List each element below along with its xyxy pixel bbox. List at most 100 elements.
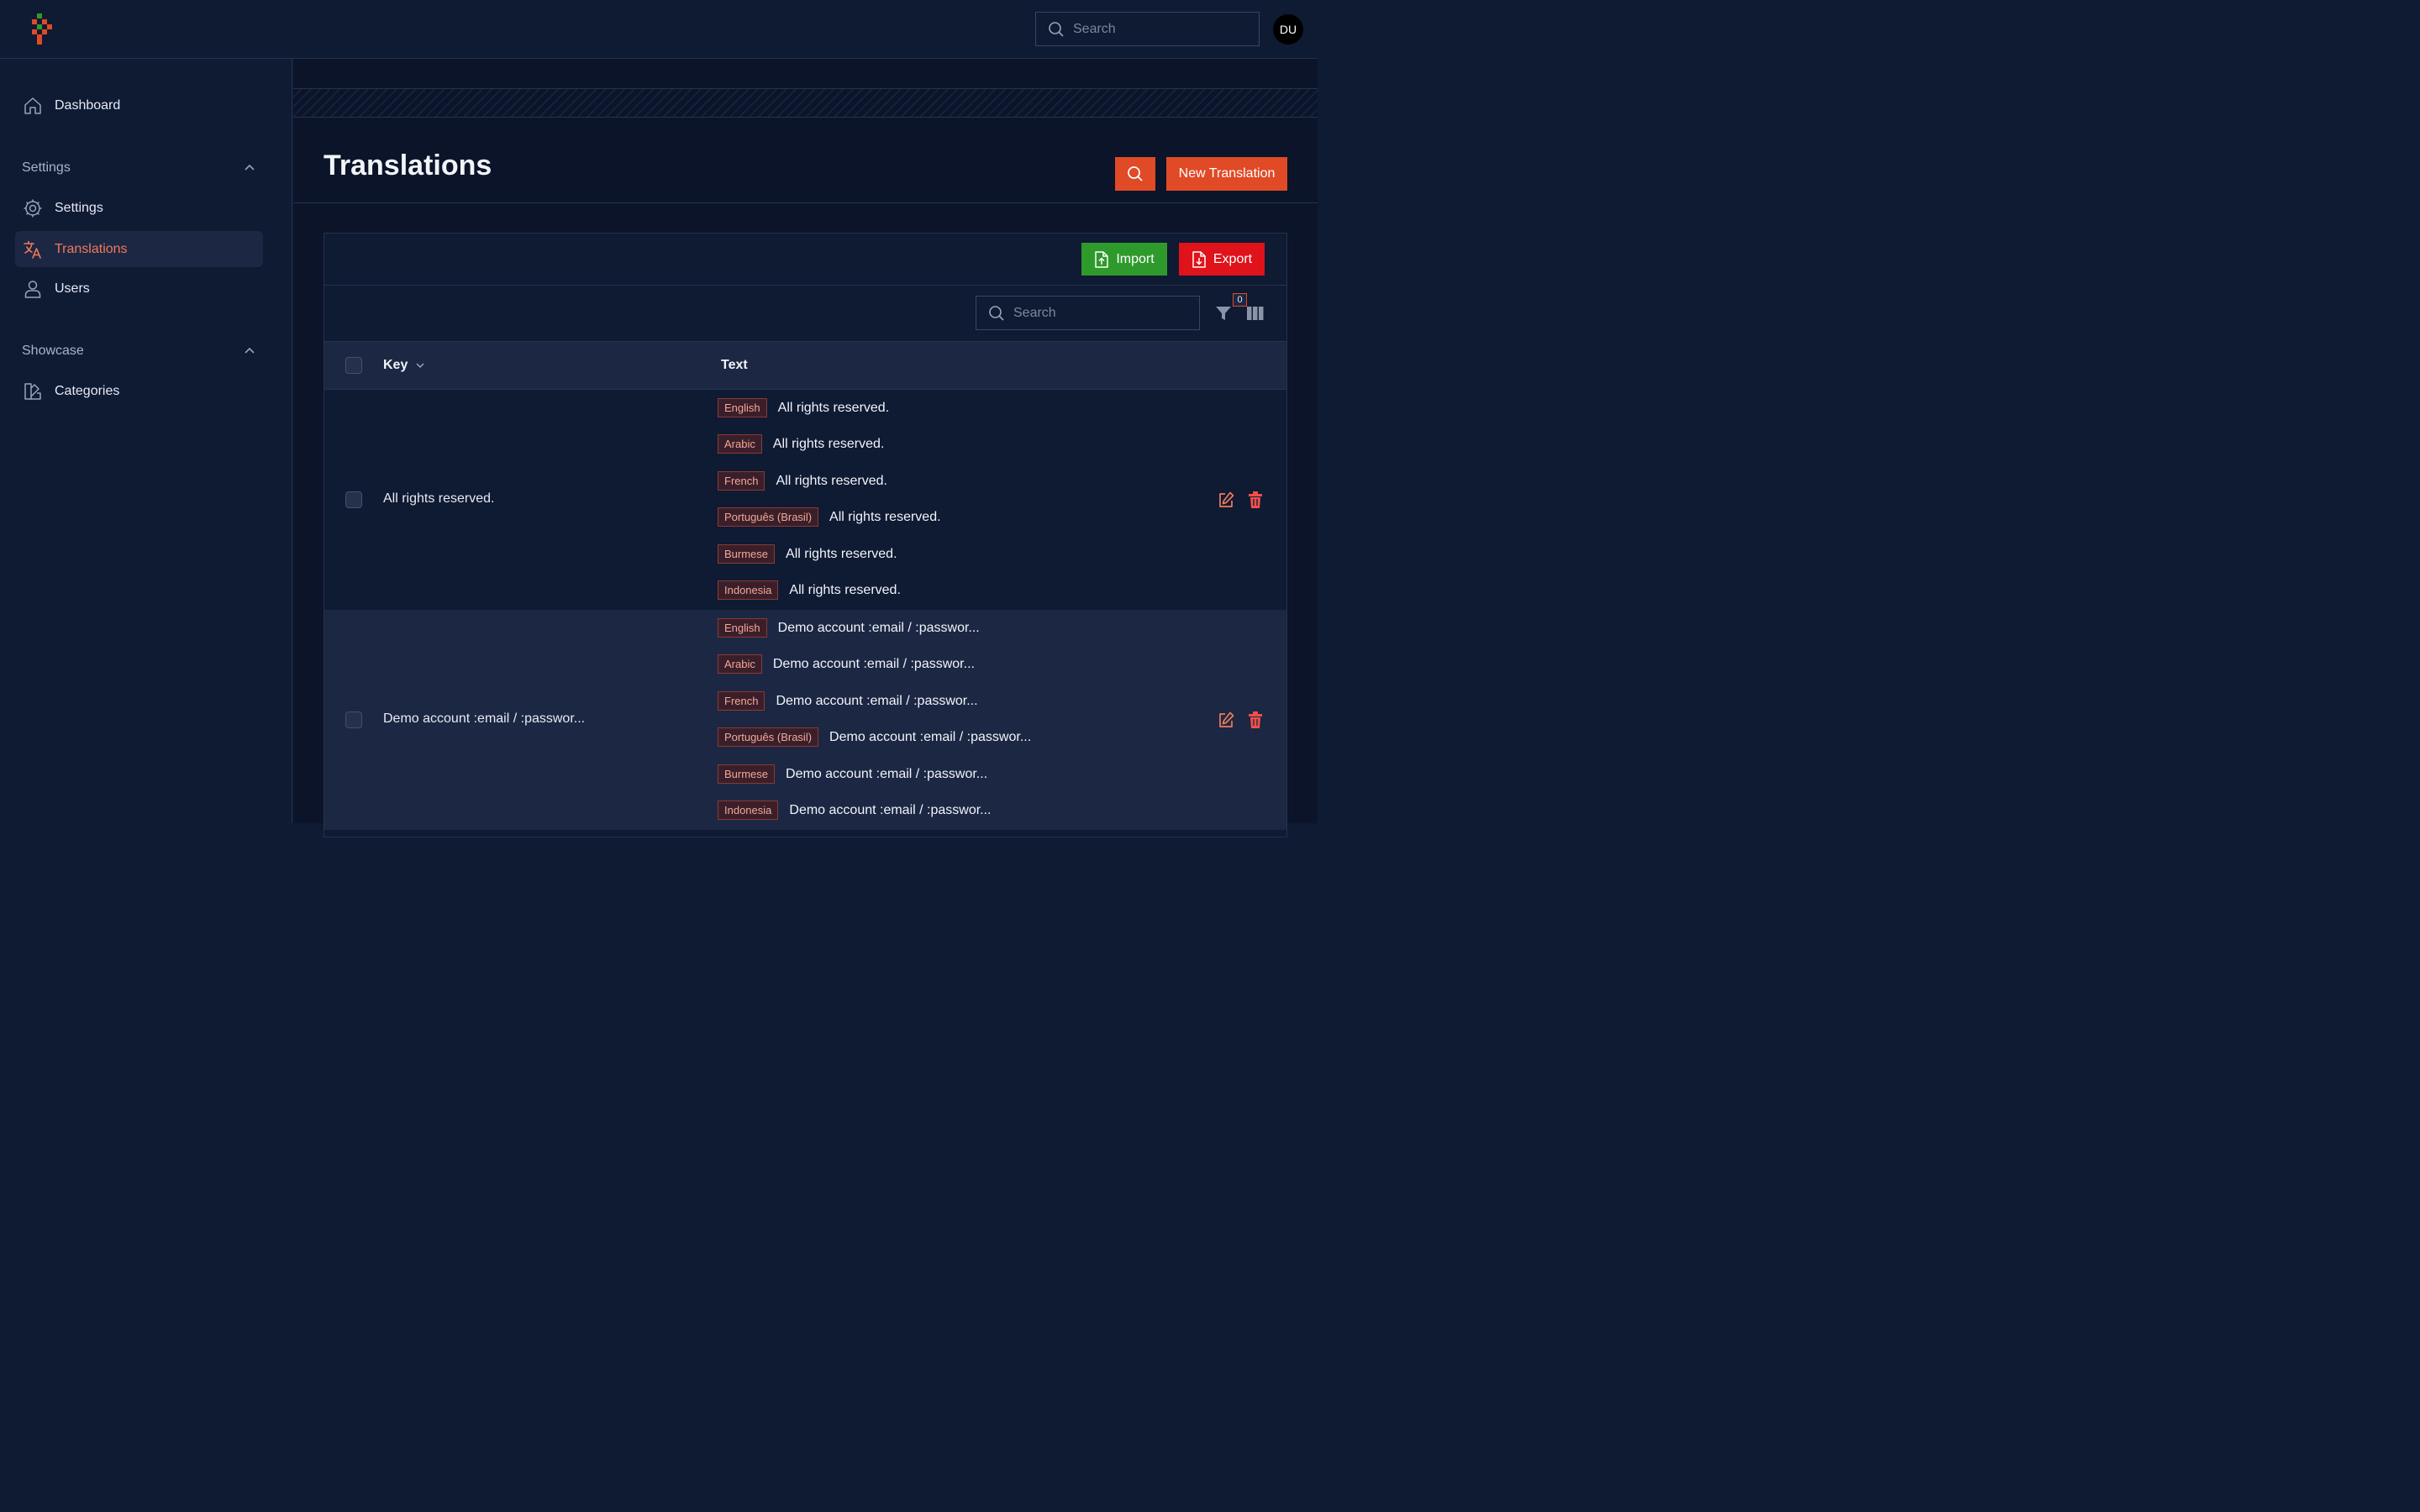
sidebar-item-translations[interactable]: Translations [15,231,263,267]
app-logo[interactable] [30,13,57,45]
file-download-icon [1192,250,1206,268]
translations-table-panel: Import Export Search 0 Key Text All righ… [324,233,1287,837]
table-toolbar: 0 [324,286,1286,341]
select-all-checkbox[interactable] [345,357,362,374]
translation-text: Demo account :email / :passwor... [776,693,978,708]
chevron-down-icon[interactable] [415,360,425,370]
table-search-input[interactable] [1013,305,1181,321]
page-header: Translations New Translation [293,118,1318,203]
sidebar-item-label: Categories [55,383,120,398]
translation-text: All rights reserved. [776,473,887,488]
edit-icon[interactable] [1218,491,1234,509]
language-badge: Indonesia [718,801,779,820]
import-label: Import [1116,251,1155,266]
translation-text: All rights reserved. [786,546,897,561]
translation-line: Burmese All rights reserved. [718,543,897,565]
sidebar-item-users[interactable]: Users [15,270,263,307]
translation-line: English All rights reserved. [718,396,889,419]
panel-actions: Import Export [324,234,1286,286]
file-upload-icon [1095,250,1109,268]
translation-line: Português (Brasil) All rights reserved. [718,506,941,528]
chevron-up-icon [245,347,255,354]
translation-line: Indonesia Demo account :email / :passwor… [718,799,992,822]
export-button[interactable]: Export [1179,243,1265,276]
main-content: Translations New Translation Import Expo… [293,59,1318,837]
search-icon [1049,21,1064,37]
settings-group-header[interactable]: Settings [22,158,255,178]
translation-text: Demo account :email / :passwor... [777,620,980,635]
translation-text: All rights reserved. [772,436,885,451]
search-icon [989,305,1004,321]
translation-line: Arabic Demo account :email / :passwor... [718,653,975,675]
translation-text: All rights reserved. [777,400,890,415]
column-header-text: Text [721,358,748,372]
columns-icon[interactable] [1246,305,1265,322]
translation-text: Demo account :email / :passwor... [772,656,975,671]
chevron-up-icon [245,164,255,171]
filter-count-badge: 0 [1233,293,1247,307]
language-badge: English [718,618,767,638]
user-avatar[interactable]: DU [1273,14,1303,45]
translation-text: Demo account :email / :passwor... [829,729,1032,744]
translation-line: Arabic All rights reserved. [718,433,884,455]
language-badge: English [718,398,767,417]
sidebar-item-dashboard[interactable]: Dashboard [15,87,263,123]
row-key: Demo account :email / :passwor... [383,711,586,726]
user-icon [24,280,41,298]
edit-icon[interactable] [1218,711,1234,729]
gear-icon [24,199,42,217]
search-icon [1128,166,1143,181]
translation-text: All rights reserved. [829,509,941,524]
table-row: All rights reserved. English All rights … [324,390,1286,610]
top-bar: DU [0,0,1318,59]
group-label: Settings [22,160,71,175]
language-badge: Burmese [718,544,776,564]
sidebar-item-label: Settings [55,200,103,215]
trash-icon[interactable] [1247,711,1264,729]
swatch-icon [24,382,41,400]
sidebar-item-categories[interactable]: Categories [15,373,263,409]
row-checkbox[interactable] [345,491,362,508]
trash-icon[interactable] [1247,491,1264,509]
sidebar-item-label: Dashboard [55,97,121,113]
decorative-stripe [293,88,1318,118]
new-translation-button[interactable]: New Translation [1166,157,1287,191]
page-title: Translations [324,150,492,181]
translation-text: All rights reserved. [789,582,901,597]
table-header: Key Text [324,341,1286,390]
table-row: Demo account :email / :passwor... Englis… [324,610,1286,830]
translation-text: Demo account :email / :passwor... [786,766,988,781]
language-badge: Indonesia [718,580,779,600]
row-checkbox[interactable] [345,711,362,728]
table-search[interactable] [976,296,1200,330]
translation-line: French All rights reserved. [718,470,887,492]
language-badge: French [718,471,765,491]
global-search[interactable] [1035,12,1260,46]
import-button[interactable]: Import [1081,243,1167,276]
translation-line: Indonesia All rights reserved. [718,579,901,601]
translation-line: Português (Brasil) Demo account :email /… [718,726,1031,748]
sidebar: Dashboard Settings Settings Translations… [0,59,292,823]
global-search-input[interactable] [1073,21,1241,37]
language-badge: French [718,691,765,711]
language-badge: Burmese [718,764,776,784]
language-badge: Português (Brasil) [718,507,819,527]
sidebar-item-label: Users [55,281,90,296]
row-key: All rights reserved. [383,491,495,506]
export-label: Export [1213,251,1253,266]
language-badge: Arabic [718,654,762,674]
column-header-key[interactable]: Key [383,358,408,373]
filter-icon[interactable] [1214,304,1233,323]
translation-line: French Demo account :email / :passwor... [718,690,978,712]
showcase-group-header[interactable]: Showcase [22,341,255,361]
translation-line: Burmese Demo account :email / :passwor..… [718,763,987,785]
sidebar-item-settings[interactable]: Settings [15,190,263,226]
language-badge: Português (Brasil) [718,727,819,747]
sidebar-item-label: Translations [55,241,128,256]
translate-icon [24,240,41,259]
home-icon [24,97,41,114]
group-label: Showcase [22,344,84,358]
language-badge: Arabic [718,434,762,454]
header-search-button[interactable] [1115,157,1155,191]
translation-line: English Demo account :email / :passwor..… [718,617,980,639]
